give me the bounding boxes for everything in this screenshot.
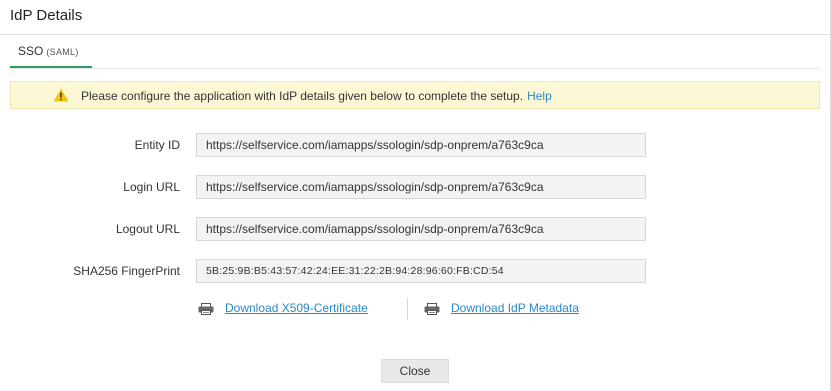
close-button[interactable]: Close — [381, 359, 449, 383]
entity-id-row: Entity ID — [0, 133, 832, 157]
download-links: Download X509-Certificate Download IdP M… — [0, 298, 832, 320]
login-url-field[interactable] — [196, 175, 646, 199]
tab-sso[interactable]: SSO (SAML) — [10, 35, 92, 68]
login-url-label: Login URL — [123, 180, 180, 194]
login-url-row: Login URL — [0, 175, 832, 199]
logout-url-field[interactable] — [196, 217, 646, 241]
printer-download-icon — [198, 303, 214, 315]
alert-text: Please configure the application with Id… — [81, 89, 524, 103]
warning-icon — [53, 88, 69, 102]
download-certificate-link[interactable]: Download X509-Certificate — [225, 301, 368, 315]
entity-id-label: Entity ID — [134, 138, 180, 152]
fingerprint-row: SHA256 FingerPrint — [0, 259, 832, 283]
tab-sso-text: SSO — [18, 44, 44, 58]
tab-sso-sublabel: (SAML) — [46, 47, 79, 57]
info-alert: Please configure the application with Id… — [10, 81, 820, 109]
help-link[interactable]: Help — [527, 89, 552, 103]
printer-download-icon — [424, 303, 440, 315]
logout-url-row: Logout URL — [0, 217, 832, 241]
alert-message: Please configure the application with Id… — [81, 89, 552, 103]
fingerprint-label: SHA256 FingerPrint — [73, 264, 180, 278]
download-divider — [407, 298, 408, 320]
logout-url-label: Logout URL — [115, 222, 180, 236]
tab-sso-label: SSO (SAML) — [18, 44, 79, 58]
dialog-title: IdP Details — [10, 7, 83, 24]
download-metadata-link[interactable]: Download IdP Metadata — [451, 301, 579, 315]
dialog-header: IdP Details — [0, 0, 832, 35]
fingerprint-field[interactable] — [196, 259, 646, 283]
tab-bar: SSO (SAML) — [10, 35, 820, 69]
entity-id-field[interactable] — [196, 133, 646, 157]
